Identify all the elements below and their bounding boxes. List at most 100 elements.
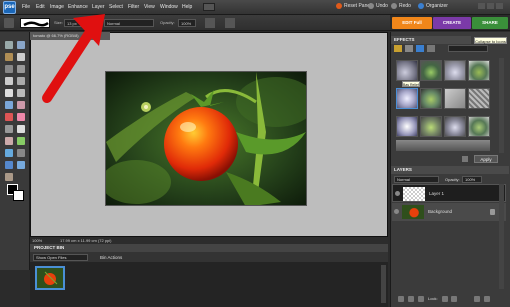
photo-effects-tab-icon[interactable] <box>416 45 424 52</box>
reset-panels-icon <box>336 3 342 9</box>
cookie-cutter-tool-icon[interactable] <box>5 101 13 109</box>
tab-share[interactable]: SHARE <box>472 17 508 29</box>
bin-actions-menu[interactable]: Bin Actions <box>100 255 122 260</box>
healing-brush-tool-icon[interactable] <box>17 113 25 121</box>
lock-all-icon[interactable] <box>451 296 457 302</box>
blend-mode-select[interactable]: Normal <box>394 176 439 183</box>
apply-button[interactable]: Apply <box>474 155 498 163</box>
tab-create[interactable]: CREATE <box>433 17 471 29</box>
effect-thumb[interactable] <box>468 60 490 81</box>
effects-category-select[interactable] <box>448 45 488 52</box>
brush-tool-icon[interactable] <box>4 18 14 28</box>
undo-button[interactable]: Undo <box>376 3 388 9</box>
minimize-icon[interactable] <box>478 3 485 9</box>
layer-opacity-field[interactable]: 100% <box>462 176 482 183</box>
redo-icon <box>391 3 397 9</box>
show-files-select[interactable]: Show Open Files <box>33 254 88 261</box>
effect-tooltip: Bas Relief <box>402 81 420 87</box>
panel-menu-icon[interactable] <box>484 296 490 302</box>
quick-selection-tool-icon[interactable] <box>17 77 25 85</box>
close-icon[interactable] <box>496 3 503 9</box>
layer-opacity-label: Opacity: <box>445 177 460 182</box>
layer-styles-tab-icon[interactable] <box>405 45 413 52</box>
effect-thumb[interactable] <box>420 60 442 81</box>
adjustment-layer-icon[interactable] <box>408 296 414 302</box>
shape-tool-icon[interactable] <box>5 161 13 169</box>
layers-scrollbar[interactable] <box>499 184 504 289</box>
paint-bucket-tool-icon[interactable] <box>5 149 13 157</box>
effect-thumb[interactable] <box>420 116 442 137</box>
effect-thumb[interactable] <box>468 88 490 109</box>
marquee-tool-icon[interactable] <box>5 65 13 73</box>
bin-thumbnail-tomato[interactable] <box>35 266 65 290</box>
new-layer-icon[interactable] <box>398 296 404 302</box>
type-tool-icon[interactable] <box>5 89 13 97</box>
zoom-readout[interactable]: 100% <box>32 237 42 244</box>
eraser-tool-icon[interactable] <box>17 125 25 133</box>
layer-name[interactable]: Background <box>428 203 452 221</box>
eye-icon[interactable] <box>394 209 399 214</box>
menu-filter[interactable]: Filter <box>128 4 139 10</box>
magic-wand-tool-icon[interactable] <box>5 77 13 85</box>
effect-thumb-bas-relief[interactable] <box>396 88 418 109</box>
effect-thumb[interactable] <box>468 116 490 137</box>
menu-view[interactable]: View <box>144 4 155 10</box>
clone-stamp-tool-icon[interactable] <box>5 125 13 133</box>
lock-icon <box>490 209 495 215</box>
gradient-tool-icon[interactable] <box>17 149 25 157</box>
pencil-tool-icon[interactable] <box>5 137 13 145</box>
lasso-tool-icon[interactable] <box>17 65 25 73</box>
effects-panel-header[interactable]: EFFECTS <box>391 36 471 44</box>
straighten-tool-icon[interactable] <box>17 101 25 109</box>
layer-name[interactable]: Layer 1 <box>429 185 444 203</box>
maximize-icon[interactable] <box>487 3 494 9</box>
airbrush-icon[interactable] <box>205 18 215 28</box>
menu-window[interactable]: Window <box>160 4 178 10</box>
arrange-icon[interactable] <box>203 3 215 11</box>
delete-effect-icon[interactable] <box>462 156 468 162</box>
effect-thumb[interactable] <box>396 60 418 81</box>
photo-tomato[interactable] <box>105 71 307 206</box>
organizer-icon <box>418 3 424 9</box>
effect-thumb[interactable] <box>444 60 466 81</box>
red-eye-tool-icon[interactable] <box>5 113 13 121</box>
blur-tool-icon[interactable] <box>17 161 25 169</box>
eyedropper-tool-icon[interactable] <box>17 53 25 61</box>
delete-layer-icon[interactable] <box>418 296 424 302</box>
effect-thumb[interactable] <box>444 116 466 137</box>
menu-help[interactable]: Help <box>182 4 192 10</box>
menu-file[interactable]: File <box>22 4 30 10</box>
sponge-tool-icon[interactable] <box>5 173 13 181</box>
more-options-icon[interactable] <box>474 296 480 302</box>
layer-row-layer-1[interactable]: Layer 1 <box>392 184 506 202</box>
lock-transparent-icon[interactable] <box>442 296 448 302</box>
move-tool-icon[interactable] <box>5 41 13 49</box>
hand-tool-icon[interactable] <box>5 53 13 61</box>
bin-scrollbar[interactable] <box>381 265 386 303</box>
redo-button[interactable]: Redo <box>399 3 411 9</box>
zoom-tool-icon[interactable] <box>17 41 25 49</box>
undo-icon <box>368 3 374 9</box>
effect-thumb-row-partial[interactable] <box>396 140 490 151</box>
layers-panel-header[interactable]: LAYERS <box>391 166 509 174</box>
layer-row-background[interactable]: Background <box>392 203 506 221</box>
all-effects-tab-icon[interactable] <box>427 45 435 52</box>
effect-thumb[interactable] <box>444 88 466 109</box>
collapse-tooltip: Collapse to Icons <box>474 37 507 44</box>
eye-icon[interactable] <box>395 191 400 196</box>
project-bin-area <box>30 262 388 307</box>
effects-scrollbar[interactable] <box>499 58 504 153</box>
brush-tool-palette-icon[interactable] <box>17 137 25 145</box>
tablet-options-icon[interactable] <box>225 18 235 28</box>
effect-thumb[interactable] <box>420 88 442 109</box>
opacity-field[interactable]: 100% <box>178 19 196 27</box>
filters-tab-icon[interactable] <box>394 45 402 52</box>
crop-tool-icon[interactable] <box>17 89 25 97</box>
tab-edit-full[interactable]: EDIT Full <box>392 17 432 29</box>
project-bin-header[interactable]: PROJECT BIN <box>30 244 388 252</box>
background-color-swatch[interactable] <box>13 190 24 201</box>
effect-thumb[interactable] <box>396 116 418 137</box>
tomato-image <box>106 72 306 205</box>
layer-thumbnail <box>403 187 425 201</box>
organizer-button[interactable]: Organizer <box>426 3 448 9</box>
